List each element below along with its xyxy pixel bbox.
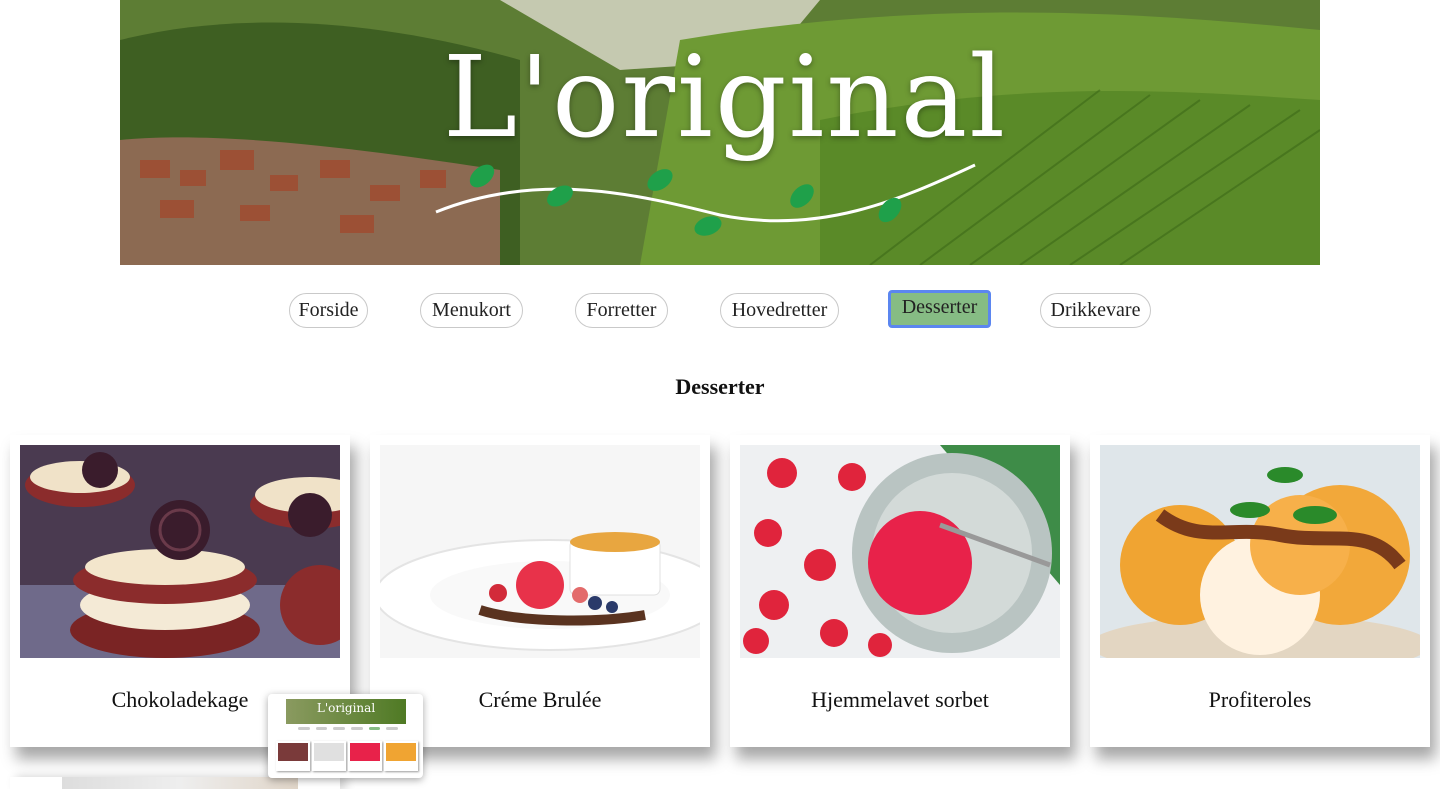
profiteroles-image bbox=[1100, 445, 1420, 658]
nav-forside[interactable]: Forside bbox=[289, 293, 368, 328]
chocolate-cake-image bbox=[20, 445, 340, 658]
site-logo: L'original bbox=[442, 33, 1008, 163]
page-title: Desserter bbox=[675, 374, 765, 399]
dessert-card-profiteroles[interactable]: Profiteroles bbox=[1090, 435, 1430, 747]
nav-desserter[interactable]: Desserter bbox=[888, 290, 991, 328]
thumbnail-cards bbox=[276, 741, 418, 771]
nav-hovedretter[interactable]: Hovedretter bbox=[720, 293, 839, 328]
creme-brulee-image bbox=[380, 445, 700, 658]
page-thumbnail-preview[interactable]: L'original bbox=[268, 694, 423, 778]
card-title: Hjemmelavet sorbet bbox=[811, 687, 989, 712]
nav-menukort[interactable]: Menukort bbox=[420, 293, 523, 328]
nav-drikkevare[interactable]: Drikkevare bbox=[1040, 293, 1151, 328]
main-nav: Forside Menukort Forretter Hovedretter D… bbox=[0, 290, 1440, 329]
next-row-card-image bbox=[62, 777, 298, 789]
thumbnail-logo: L'original bbox=[316, 701, 376, 715]
nav-forretter[interactable]: Forretter bbox=[575, 293, 668, 328]
card-title: Profiteroles bbox=[1208, 687, 1312, 712]
dessert-card-sorbet[interactable]: Hjemmelavet sorbet bbox=[730, 435, 1070, 747]
header-banner: L'original bbox=[120, 0, 1320, 265]
sorbet-image bbox=[740, 445, 1060, 658]
thumbnail-nav bbox=[298, 727, 399, 730]
